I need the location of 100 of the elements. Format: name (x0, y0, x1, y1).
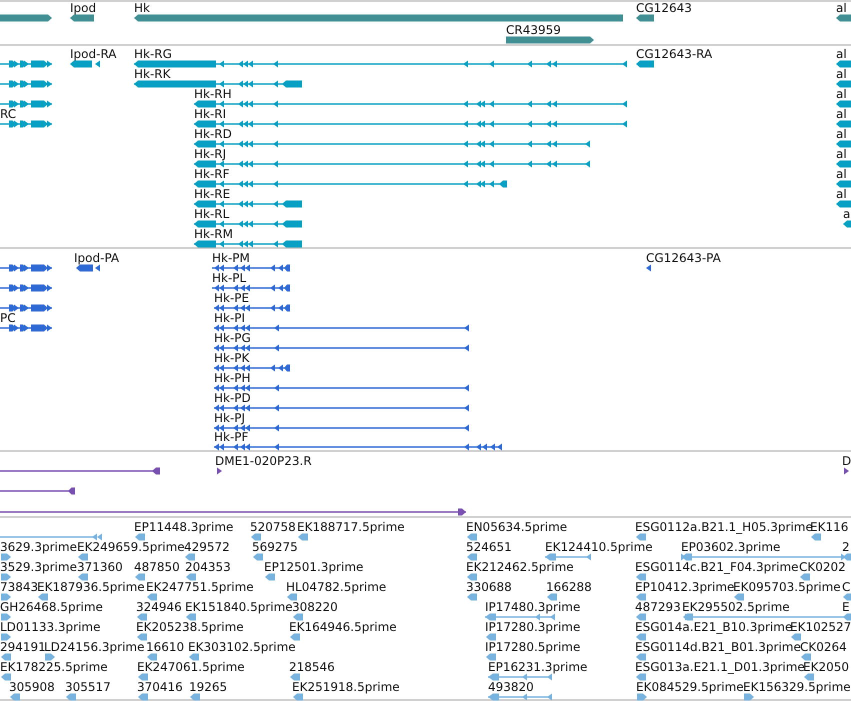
feature-label[interactable]: 305908 (9, 680, 55, 694)
feature-label[interactable]: 371360 (77, 560, 123, 574)
feature-label[interactable]: EK303102.5prime (188, 640, 296, 654)
feature-label[interactable]: Hk-PG (214, 331, 251, 345)
feature-label[interactable]: EK151840.5prime (185, 600, 293, 614)
feature-label[interactable]: EP11448.3prime (134, 520, 234, 534)
feature-label[interactable]: EK247061.5prime (137, 660, 245, 674)
feature-label[interactable]: al (836, 1, 847, 15)
feature-label[interactable]: EP03602.3prime (681, 540, 780, 554)
feature-label[interactable]: EK164946.5prime (289, 620, 397, 634)
feature-label[interactable]: Hk-PM (212, 251, 250, 265)
feature-label[interactable]: EN05634.5prime (466, 520, 568, 534)
feature-label[interactable]: 524651 (466, 540, 512, 554)
feature-label[interactable]: Ipod-PA (74, 251, 120, 265)
feature-label[interactable]: E (842, 600, 850, 614)
feature-label[interactable]: ESG0114c.B21_F04.3prime (635, 560, 799, 574)
feature-label[interactable]: IP17280.5prime (485, 640, 580, 654)
feature-label[interactable]: LD01133.3prime (0, 620, 101, 634)
feature-label[interactable]: EP10412.3prime (635, 580, 734, 594)
feature-label[interactable]: CR43959 (506, 23, 561, 37)
feature-label[interactable]: 330688 (466, 580, 512, 594)
feature-label[interactable]: EK095703.5prime (733, 580, 841, 594)
feature-label[interactable]: IP17280.3prime (485, 620, 580, 634)
feature-label[interactable]: 308220 (292, 600, 338, 614)
feature-label[interactable]: al (836, 127, 847, 141)
feature-label[interactable]: LD24156.3prime (44, 640, 145, 654)
feature-label[interactable]: IP17480.3prime (485, 600, 580, 614)
feature-label[interactable]: 294191 (0, 640, 46, 654)
feature-label[interactable]: Hk-PL (212, 271, 246, 285)
feature-label[interactable]: al (836, 147, 847, 161)
feature-label[interactable]: Hk-RL (194, 207, 230, 221)
feature-label[interactable]: EK212462.5prime (466, 560, 574, 574)
feature-label[interactable]: EK116 (810, 520, 848, 534)
feature-label[interactable]: Hk-RD (194, 127, 232, 141)
feature-label[interactable]: EP12501.3prime (264, 560, 364, 574)
feature-label[interactable]: al (836, 47, 847, 61)
feature-label[interactable]: Ipod-RA (70, 47, 117, 61)
feature-label[interactable]: 218546 (289, 660, 335, 674)
feature-label[interactable]: 520758 (250, 520, 296, 534)
feature-label[interactable]: al (836, 107, 847, 121)
feature-label[interactable]: Hk (134, 1, 150, 15)
feature-label[interactable]: EK247751.5prime (146, 580, 254, 594)
feature-label[interactable]: Hk-PF (214, 430, 248, 444)
feature-label[interactable]: EK187936.5prime (37, 580, 145, 594)
feature-label[interactable]: Hk-RE (194, 187, 230, 201)
feature-label[interactable]: 19265 (189, 680, 228, 694)
feature-label[interactable]: ESG014a.E21_B10.3prime (635, 620, 792, 634)
feature-label[interactable]: al (836, 87, 847, 101)
feature-label[interactable]: EP16231.3prime (488, 660, 588, 674)
feature-label[interactable]: 73843 (0, 580, 38, 594)
feature-label[interactable]: CG12643-PA (646, 251, 721, 265)
feature-label[interactable]: Hk-PK (214, 351, 250, 365)
feature-label[interactable]: EK178225.5prime (0, 660, 108, 674)
feature-label[interactable]: 3529.3prime (0, 560, 77, 574)
feature-label[interactable]: Hk-RH (194, 87, 232, 101)
feature-label[interactable]: EK2050 (803, 660, 849, 674)
feature-label[interactable]: Hk-RK (134, 67, 171, 81)
feature-label[interactable]: 429572 (184, 540, 230, 554)
feature-label[interactable]: RC (0, 107, 16, 121)
feature-label[interactable]: DME1-020P23.R (215, 454, 312, 468)
feature-label[interactable]: GH26468.5prime (0, 600, 103, 614)
feature-label[interactable]: HL04782.5prime (286, 580, 386, 594)
feature-label[interactable]: Hk-RI (194, 107, 226, 121)
feature-label[interactable]: Ipod (70, 1, 96, 15)
feature-label[interactable]: 2 (842, 540, 850, 554)
feature-label[interactable]: 204353 (185, 560, 231, 574)
feature-label[interactable]: al (836, 187, 847, 201)
feature-label[interactable]: EK205238.5prime (136, 620, 244, 634)
feature-label[interactable]: 16610 (146, 640, 184, 654)
feature-label[interactable]: Hk-RG (134, 47, 172, 61)
feature-label[interactable]: EK102527 (790, 620, 851, 634)
feature-label[interactable]: Hk-PD (214, 391, 251, 405)
feature-label[interactable]: Hk-PE (214, 291, 250, 305)
feature-label[interactable]: 487293 (635, 600, 681, 614)
feature-label[interactable]: EK249659.5prime (77, 540, 185, 554)
feature-label[interactable]: D (842, 454, 851, 468)
feature-label[interactable]: CK0202 (799, 560, 846, 574)
feature-label[interactable]: Hk-RM (194, 227, 233, 241)
feature-label[interactable]: Hk-RF (194, 167, 230, 181)
feature-label[interactable]: 305517 (65, 680, 111, 694)
feature-label[interactable]: EK295502.5prime (682, 600, 790, 614)
feature-label[interactable]: EK251918.5prime (292, 680, 400, 694)
feature-label[interactable]: ESG0112a.B21.1_H05.3prime (635, 520, 813, 534)
feature-label[interactable]: 493820 (488, 680, 534, 694)
feature-label[interactable]: al (836, 167, 847, 181)
feature-label[interactable]: PC (0, 311, 16, 325)
feature-label[interactable]: Hk-RJ (194, 147, 226, 161)
feature-label[interactable]: Hk-PH (214, 371, 251, 385)
feature-label[interactable]: 3629.3prime (0, 540, 77, 554)
feature-label[interactable]: 569275 (252, 540, 298, 554)
feature-label[interactable]: al (836, 67, 847, 81)
feature-label[interactable]: EK084529.5prime (636, 680, 744, 694)
feature-label[interactable]: EK188717.5prime (297, 520, 405, 534)
feature-label[interactable]: CK0264 (800, 640, 847, 654)
feature-label[interactable]: Hk-PJ (214, 411, 246, 425)
feature-label[interactable]: C (842, 580, 850, 594)
feature-label[interactable]: 324946 (136, 600, 182, 614)
feature-label[interactable]: CG12643-RA (636, 47, 712, 61)
feature-label[interactable]: 370416 (137, 680, 183, 694)
feature-label[interactable]: 166288 (546, 580, 592, 594)
